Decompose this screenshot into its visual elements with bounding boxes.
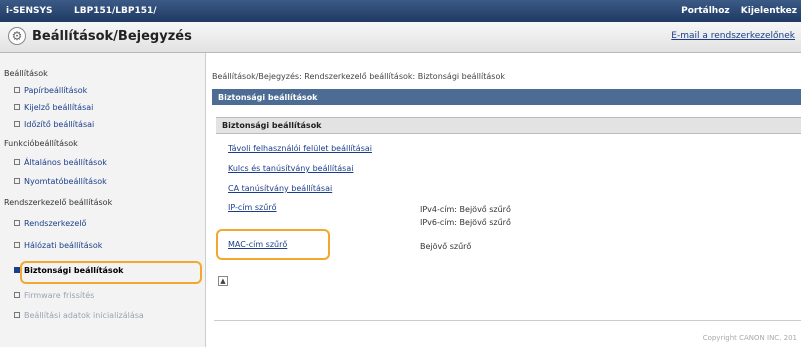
bullet-icon	[14, 121, 20, 127]
page-title: Beállítások/Bejegyzés	[32, 29, 192, 44]
remote-ui-settings-link[interactable]: Távoli felhasználói felület beállításai	[228, 144, 372, 153]
page-top-icon[interactable]: ▲	[218, 276, 228, 286]
sidebar-item-init[interactable]: Beállítási adatok inicializálása	[14, 311, 144, 320]
bullet-icon	[14, 87, 20, 93]
ca-cert-settings-link[interactable]: CA tanúsítvány beállításai	[228, 184, 332, 193]
sidebar-item-label: Firmware frissítés	[24, 291, 95, 300]
bullet-icon	[14, 104, 20, 110]
sidebar-item-network[interactable]: Hálózati beállítások	[14, 241, 103, 250]
sidebar-item-timer[interactable]: Időzítő beállításai	[14, 120, 95, 129]
sidebar-category-settings: Beállítások	[4, 69, 48, 78]
key-cert-settings-link[interactable]: Kulcs és tanúsítvány beállításai	[228, 164, 353, 173]
highlight-security-item	[20, 261, 202, 284]
gear-icon: ⚙	[8, 27, 26, 45]
sidebar-item-paper[interactable]: Papírbeállítások	[14, 86, 88, 95]
sidebar-item-sysadmin[interactable]: Rendszerkezelő	[14, 219, 87, 228]
email-admin-link[interactable]: E-mail a rendszerkezelőnek	[671, 31, 795, 41]
section-title: Biztonsági beállítások	[218, 93, 318, 102]
ipv6-filter-value: IPv6-cím: Bejövő szűrő	[420, 218, 511, 227]
sidebar: Beállítások Papírbeállítások Kijelző beá…	[0, 53, 206, 347]
sidebar-item-label: Rendszerkezelő	[24, 219, 87, 228]
sidebar-item-label: Nyomtatóbeállítások	[24, 177, 107, 186]
section-header: Biztonsági beállítások	[212, 89, 801, 105]
top-bar: i-SENSYS LBP151/LBP151/ Portálhoz Kijele…	[0, 0, 801, 22]
ipv4-filter-value: IPv4-cím: Bejövő szűrő	[420, 205, 511, 214]
title-bar: ⚙ Beállítások/Bejegyzés E-mail a rendsze…	[0, 22, 801, 53]
sidebar-item-general[interactable]: Általános beállítások	[14, 158, 107, 167]
subsection-title: Biztonsági beállítások	[222, 121, 322, 130]
sidebar-category-admin: Rendszerkezelő beállítások	[4, 198, 113, 207]
sidebar-item-label: Általános beállítások	[24, 158, 107, 167]
portal-link[interactable]: Portálhoz	[681, 6, 730, 16]
main-content: Beállítások/Bejegyzés: Rendszerkezelő be…	[206, 53, 801, 347]
ip-filter-link[interactable]: IP-cím szűrő	[228, 203, 276, 212]
sidebar-item-label: Kijelző beállításai	[24, 103, 94, 112]
sidebar-item-output[interactable]: Kijelző beállításai	[14, 103, 94, 112]
logout-link[interactable]: Kijelentkez	[741, 6, 797, 16]
bullet-icon	[14, 242, 20, 248]
divider	[214, 320, 801, 321]
highlight-mac-filter	[216, 229, 330, 260]
bullet-icon	[14, 292, 20, 298]
bullet-icon	[14, 220, 20, 226]
bullet-icon	[14, 312, 20, 318]
copyright: Copyright CANON INC. 201	[702, 334, 797, 342]
mac-filter-value: Bejövő szűrő	[420, 242, 472, 251]
sidebar-category-functions: Funkcióbeállítások	[4, 139, 78, 148]
sidebar-item-label: Időzítő beállításai	[24, 120, 95, 129]
sidebar-item-firmware[interactable]: Firmware frissítés	[14, 291, 95, 300]
brand-label: i-SENSYS	[6, 6, 53, 16]
sidebar-item-label: Hálózati beállítások	[24, 241, 103, 250]
breadcrumb: Beállítások/Bejegyzés: Rendszerkezelő be…	[212, 72, 505, 81]
subsection-header: Biztonsági beállítások	[216, 117, 801, 134]
sidebar-item-printer[interactable]: Nyomtatóbeállítások	[14, 177, 107, 186]
bullet-icon	[14, 159, 20, 165]
model-label: LBP151/LBP151/	[74, 6, 157, 16]
sidebar-item-label: Beállítási adatok inicializálása	[24, 311, 144, 320]
sidebar-item-label: Papírbeállítások	[24, 86, 88, 95]
top-links: Portálhoz Kijelentkez	[673, 6, 797, 16]
bullet-icon	[14, 178, 20, 184]
